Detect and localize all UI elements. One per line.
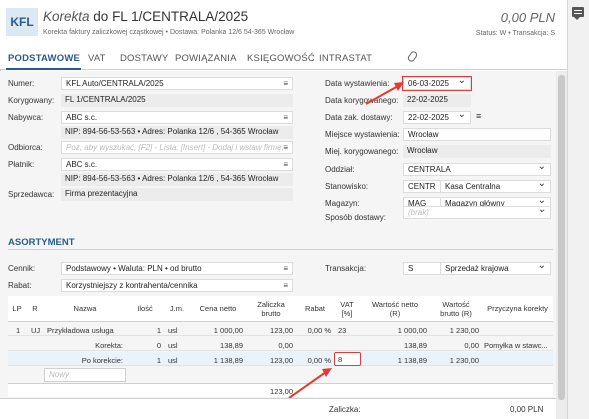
vertical-scrollbar[interactable] — [556, 71, 567, 419]
arrow-to-date — [365, 85, 399, 105]
arrow-head-vat — [322, 368, 332, 377]
scrollbar-thumb[interactable] — [558, 75, 565, 400]
footer-bar: Zaliczka: 0,00 PLN — [0, 398, 556, 419]
footer-zaliczka-value: 0,00 PLN — [510, 405, 544, 414]
annotation-arrows — [288, 82, 404, 399]
footer-zaliczka-label: Zaliczka: — [329, 405, 361, 414]
arrow-to-vat — [288, 371, 327, 399]
